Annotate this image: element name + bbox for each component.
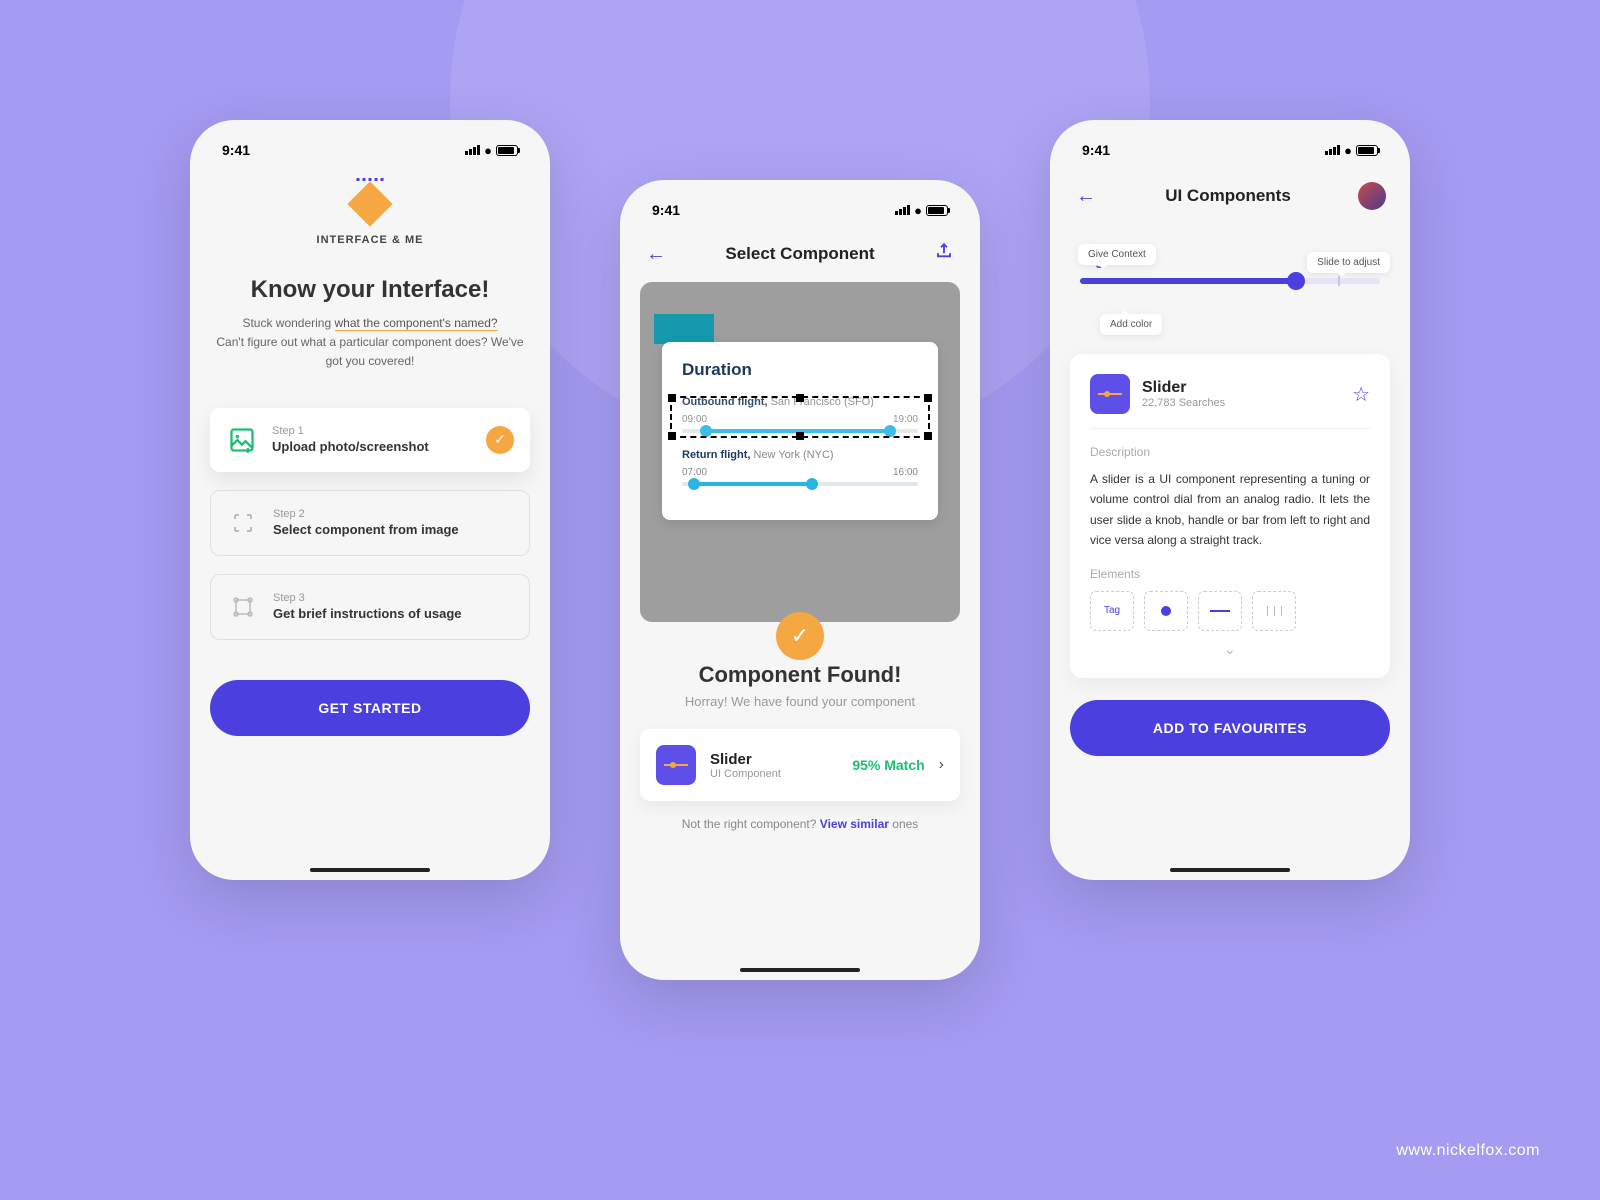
description-label: Description (1090, 445, 1370, 459)
battery-icon (496, 145, 518, 156)
nav-title: UI Components (1165, 186, 1291, 206)
status-time: 9:41 (652, 202, 680, 218)
avatar[interactable] (1358, 182, 1386, 210)
footer-hint: Not the right component? View similar on… (640, 817, 960, 831)
found-title: Component Found! (640, 662, 960, 688)
battery-icon (926, 205, 948, 216)
slider-knob[interactable] (1287, 272, 1305, 290)
tooltip-context: Give Context (1078, 244, 1156, 265)
step-3-text: Get brief instructions of usage (273, 606, 513, 621)
result-name: Slider (710, 751, 781, 768)
status-time: 9:41 (1082, 142, 1110, 158)
demo-slider[interactable] (1080, 278, 1380, 284)
sub-headline: Stuck wondering what the component's nam… (210, 314, 530, 372)
tooltip-slide: Slide to adjust (1307, 252, 1390, 273)
signal-icon (1325, 145, 1340, 155)
element-track[interactable] (1198, 591, 1242, 631)
preview-card-title: Duration (682, 360, 918, 380)
elements-label: Elements (1090, 567, 1370, 581)
brand-name: INTERFACE & ME (210, 234, 530, 246)
success-check-icon: ✓ (776, 612, 824, 660)
description-text: A slider is a UI component representing … (1090, 469, 1370, 551)
chevron-right-icon: › (939, 756, 944, 774)
nav-title: Select Component (725, 244, 874, 264)
step-2-card[interactable]: Step 2 Select component from image (210, 490, 530, 556)
step-3-card[interactable]: Step 3 Get brief instructions of usage (210, 574, 530, 640)
component-meta: 22,783 Searches (1142, 397, 1225, 409)
phone-screen-select: 9:41 ● ← Select Component Duration Outbo… (620, 180, 980, 980)
status-bar: 9:41 ● (210, 138, 530, 174)
home-indicator (740, 968, 860, 972)
instructions-icon (227, 591, 259, 623)
component-name: Slider (1142, 379, 1225, 397)
share-icon[interactable] (932, 242, 956, 266)
step-2-label: Step 2 (273, 508, 513, 520)
view-similar-link[interactable]: View similar (820, 817, 889, 831)
match-percent: 95% Match (852, 757, 924, 773)
phone-screen-onboarding: 9:41 ● INTERFACE & ME Know your Interfac… (190, 120, 550, 880)
element-knob[interactable] (1144, 591, 1188, 631)
tooltip-color: Add color (1100, 314, 1162, 335)
headline: Know your Interface! (210, 276, 530, 304)
screenshot-preview[interactable]: Duration Outbound flight, San Francisco … (640, 282, 960, 622)
element-ticks[interactable] (1252, 591, 1296, 631)
wifi-icon: ● (1344, 143, 1352, 158)
back-icon[interactable]: ← (1074, 185, 1098, 208)
add-favourites-button[interactable]: ADD TO FAVOURITES (1070, 700, 1390, 756)
step-3-label: Step 3 (273, 592, 513, 604)
check-icon: ✓ (486, 426, 514, 454)
select-icon (227, 507, 259, 539)
watermark: www.nickelfox.com (1396, 1142, 1540, 1160)
outbound-slider (682, 429, 918, 433)
status-bar: 9:41 ● (1070, 138, 1390, 174)
slider-component-icon (656, 745, 696, 785)
wifi-icon: ● (484, 143, 492, 158)
signal-icon (465, 145, 480, 155)
status-time: 9:41 (222, 142, 250, 158)
component-detail-card: Slider 22,783 Searches ☆ Description A s… (1070, 354, 1390, 678)
favourite-star-icon[interactable]: ☆ (1352, 382, 1370, 407)
signal-icon (895, 205, 910, 215)
step-1-text: Upload photo/screenshot (272, 439, 472, 454)
outbound-label: Outbound flight, San Francisco (SFO) (682, 396, 918, 408)
found-subtitle: Horray! We have found your component (640, 694, 960, 709)
result-card[interactable]: Slider UI Component 95% Match › (640, 729, 960, 801)
home-indicator (1170, 868, 1290, 872)
step-1-label: Step 1 (272, 425, 472, 437)
return-slider (682, 482, 918, 486)
back-icon[interactable]: ← (644, 243, 668, 266)
wifi-icon: ● (914, 203, 922, 218)
expand-chevron-icon[interactable]: ⌄ (1090, 641, 1370, 658)
element-tag[interactable]: Tag (1090, 591, 1134, 631)
step-2-text: Select component from image (273, 522, 513, 537)
get-started-button[interactable]: GET STARTED (210, 680, 530, 736)
result-type: UI Component (710, 768, 781, 780)
step-1-card[interactable]: Step 1 Upload photo/screenshot ✓ (210, 408, 530, 472)
return-label: Return flight, New York (NYC) (682, 449, 918, 461)
slider-component-icon (1090, 374, 1130, 414)
home-indicator (310, 868, 430, 872)
phone-screen-detail: 9:41 ● ← UI Components Give Context Slid… (1050, 120, 1410, 880)
status-bar: 9:41 ● (640, 198, 960, 234)
upload-image-icon (226, 424, 258, 456)
app-logo-icon (350, 184, 390, 224)
battery-icon (1356, 145, 1378, 156)
